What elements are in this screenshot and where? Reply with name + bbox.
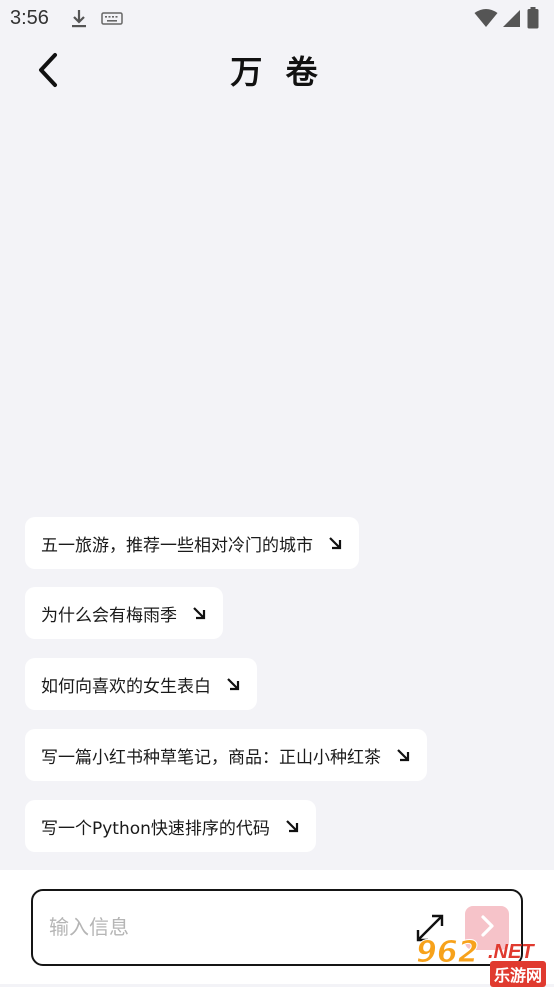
suggestion-chip[interactable]: 写一篇小红书种草笔记，商品：正山小种红茶 (25, 729, 427, 781)
suggestion-chip[interactable]: 为什么会有梅雨季 (25, 587, 223, 639)
status-time: 3:56 (10, 7, 49, 29)
arrow-down-right-icon (225, 676, 241, 692)
suggestion-label: 如何向喜欢的女生表白 (41, 676, 211, 697)
arrow-down-right-icon (395, 747, 411, 763)
wifi-icon (474, 8, 498, 32)
suggestion-chip[interactable]: 如何向喜欢的女生表白 (25, 658, 257, 710)
suggestion-label: 写一个Python快速排序的代码 (41, 818, 270, 839)
suggestion-label: 写一篇小红书种草笔记，商品：正山小种红茶 (41, 747, 381, 768)
arrow-down-right-icon (284, 818, 300, 834)
arrow-down-right-icon (327, 535, 343, 551)
watermark-main: 962 (416, 935, 480, 971)
suggestion-chip[interactable]: 五一旅游，推荐一些相对冷门的城市 (25, 517, 359, 569)
suggestion-label: 五一旅游，推荐一些相对冷门的城市 (41, 535, 313, 556)
watermark-logo: 962 .NET 乐游网 (410, 935, 554, 987)
suggestion-label: 为什么会有梅雨季 (41, 605, 177, 626)
page-title: 万 卷 (230, 53, 324, 91)
message-input[interactable] (49, 905, 389, 949)
watermark-sub: 乐游网 (490, 961, 547, 987)
status-bar: 3:56 (0, 0, 554, 38)
download-icon (68, 8, 90, 34)
battery-icon (527, 7, 539, 33)
suggestion-chip[interactable]: 写一个Python快速排序的代码 (25, 800, 316, 852)
arrow-down-right-icon (191, 605, 207, 621)
signal-icon (502, 8, 522, 32)
keyboard-icon (101, 11, 123, 31)
